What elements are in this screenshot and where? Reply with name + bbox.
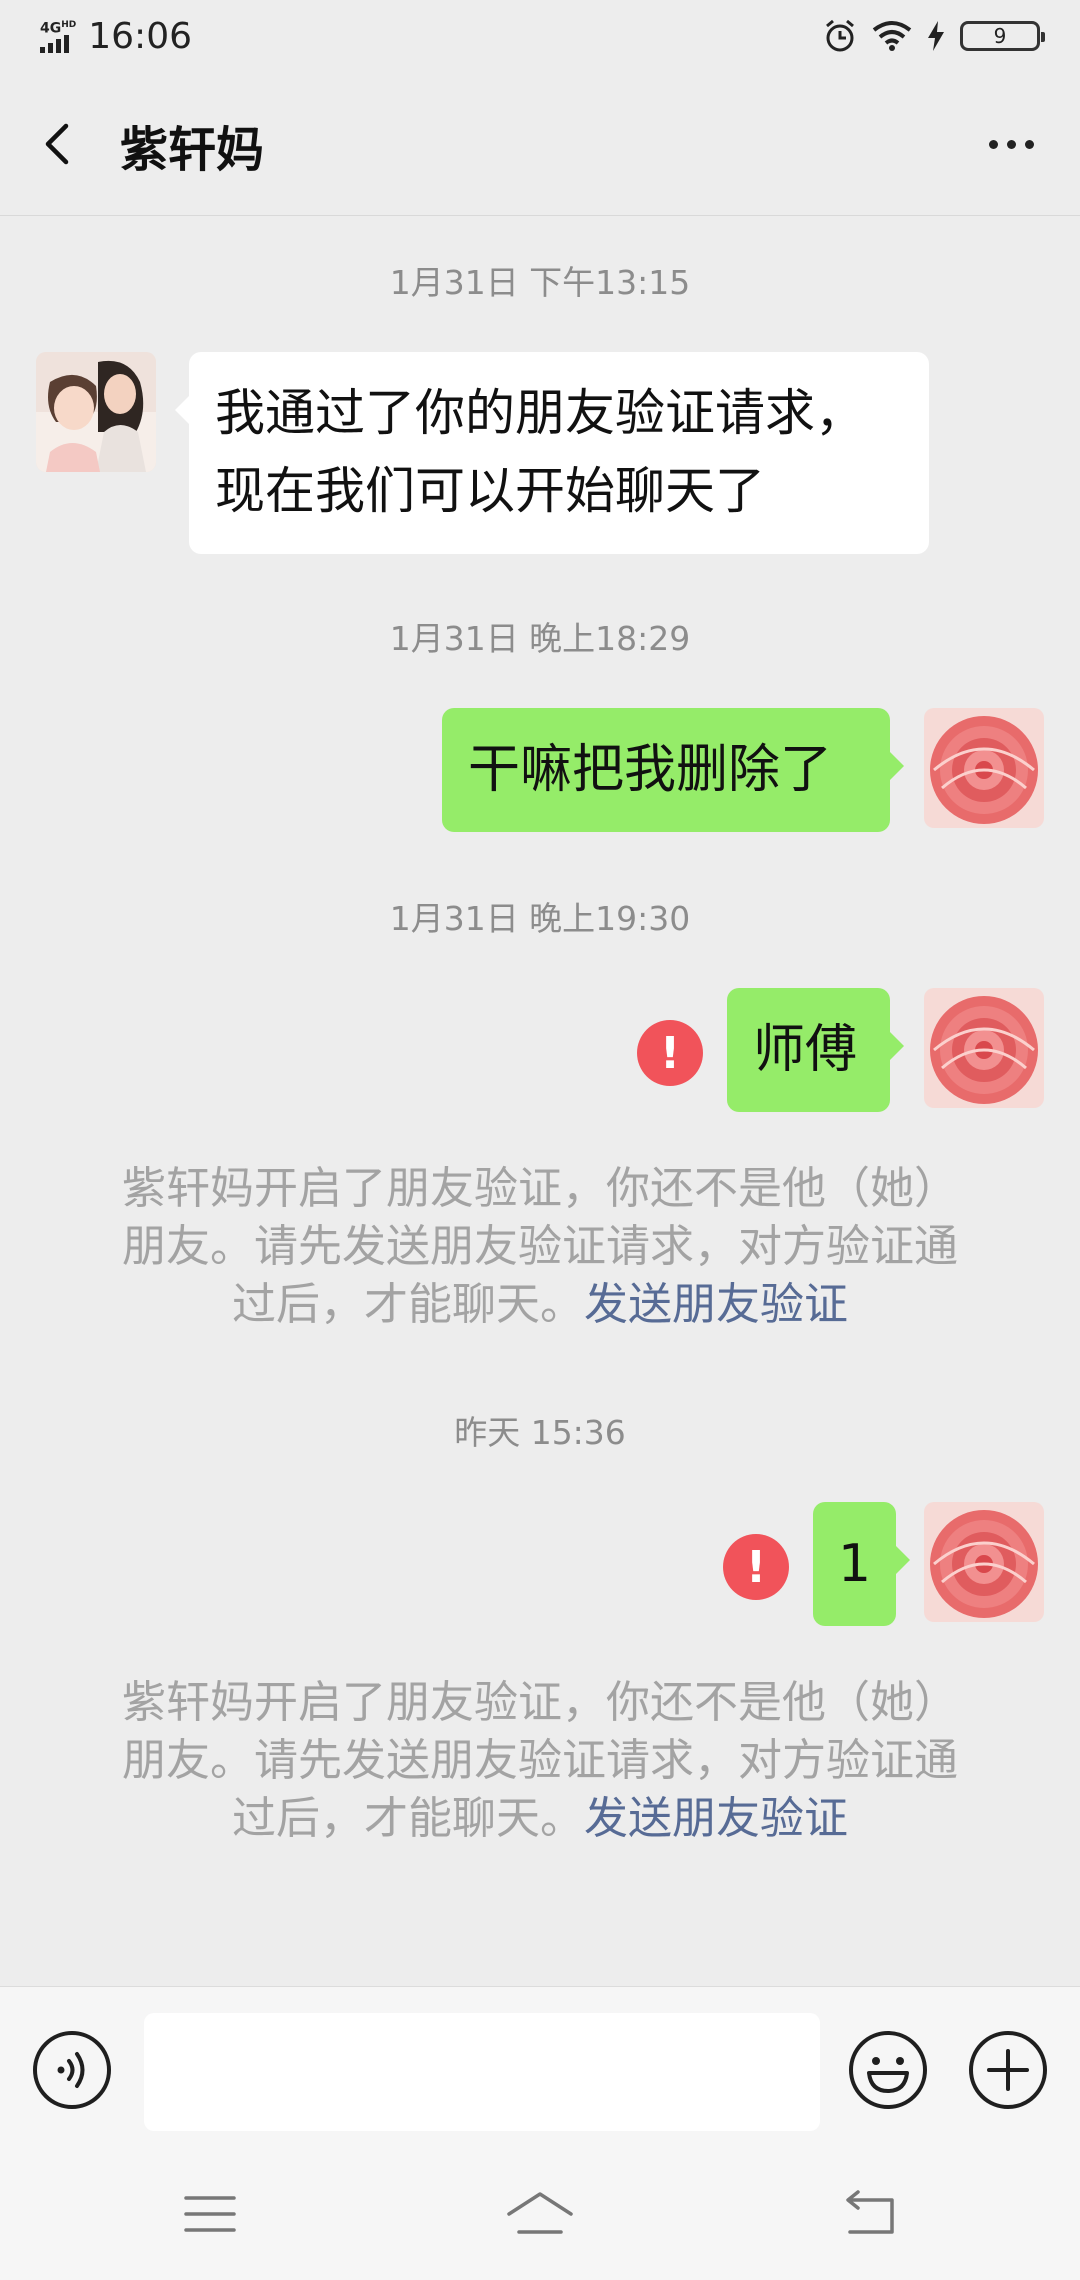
notice-line: 朋友。请先发送朋友验证请求，对方验证通 — [122, 1221, 958, 1272]
message-text: 干嘛把我删除了 — [468, 740, 833, 800]
message-input[interactable] — [144, 2013, 820, 2131]
sent-message-bubble[interactable]: 1 — [813, 1502, 910, 1626]
notice-line: 朋友。请先发送朋友验证请求，对方验证通 — [122, 1735, 958, 1786]
timestamp: 昨天 15:36 — [454, 1413, 626, 1452]
clock: 16:06 — [88, 15, 192, 57]
my-avatar-photo — [924, 1502, 1044, 1622]
notice-line: 过后，才能聊天。发送朋友验证 — [90, 1790, 990, 1848]
send-failed-icon[interactable]: ! — [637, 1020, 703, 1086]
sent-message-bubble[interactable]: 师傅 — [727, 988, 904, 1112]
timestamp: 1月31日 晚上18:29 — [389, 619, 691, 658]
contact-avatar-photo — [36, 352, 156, 472]
sent-message-bubble[interactable]: 干嘛把我删除了 — [442, 708, 904, 832]
message-line: 我通过了你的朋友验证请求， — [215, 384, 865, 442]
battery-level: 9 — [993, 24, 1007, 48]
timestamp: 1月31日 晚上19:30 — [389, 899, 691, 938]
menu-icon[interactable] — [180, 2188, 240, 2240]
message-line: 现在我们可以开始聊天了 — [215, 462, 765, 520]
notice-line: 紫轩妈开启了朋友验证，你还不是他（她） — [122, 1163, 958, 1214]
network-sup: HD — [61, 20, 77, 31]
my-avatar-photo — [924, 708, 1044, 828]
system-notice: 紫轩妈开启了朋友验证，你还不是他（她） 朋友。请先发送朋友验证请求，对方验证通 … — [90, 1160, 990, 1334]
notice-text: 过后，才能聊天。 — [232, 1793, 584, 1844]
notice-text: 过后，才能聊天。 — [232, 1279, 584, 1330]
emoji-icon[interactable] — [847, 2029, 929, 2111]
my-avatar[interactable] — [924, 708, 1044, 828]
notice-line: 过后，才能聊天。发送朋友验证 — [90, 1276, 990, 1334]
back-icon[interactable] — [34, 118, 86, 170]
received-message-bubble[interactable]: 我通过了你的朋友验证请求， 现在我们可以开始聊天了 — [175, 352, 929, 554]
battery-indicator: 9 — [960, 21, 1045, 51]
plus-icon[interactable] — [967, 2029, 1049, 2111]
status-bar: 4GHD 16:06 9 — [0, 0, 1080, 72]
voice-icon[interactable] — [31, 2029, 113, 2111]
more-icon[interactable] — [976, 114, 1046, 174]
chat-title: 紫轩妈 — [120, 122, 265, 178]
system-navigation-bar — [0, 2148, 1080, 2280]
charging-icon — [928, 21, 944, 51]
signal-icon — [40, 34, 69, 53]
wifi-icon — [872, 21, 912, 51]
alarm-icon — [826, 19, 854, 52]
status-right: 9 — [822, 18, 1045, 54]
input-bar — [0, 1986, 1080, 2148]
chat-history[interactable]: 1月31日 下午13:15 我通过了你的朋友验证请求， 现在我们可以开始聊天了 … — [0, 216, 1080, 1986]
notice-line: 紫轩妈开启了朋友验证，你还不是他（她） — [122, 1677, 958, 1728]
chat-header: 紫轩妈 — [0, 72, 1080, 216]
send-verification-link[interactable]: 发送朋友验证 — [584, 1279, 848, 1330]
my-avatar-photo — [924, 988, 1044, 1108]
return-icon[interactable] — [840, 2188, 900, 2240]
timestamp: 1月31日 下午13:15 — [389, 263, 691, 302]
status-left: 4GHD 16:06 — [40, 16, 192, 57]
system-notice: 紫轩妈开启了朋友验证，你还不是他（她） 朋友。请先发送朋友验证请求，对方验证通 … — [90, 1674, 990, 1848]
send-verification-link[interactable]: 发送朋友验证 — [584, 1793, 848, 1844]
message-text: 1 — [837, 1534, 872, 1594]
contact-avatar[interactable] — [36, 352, 156, 472]
message-text: 师傅 — [753, 1020, 858, 1080]
send-failed-icon[interactable]: ! — [723, 1534, 789, 1600]
network-indicator: 4GHD — [40, 19, 76, 53]
home-icon[interactable] — [505, 2188, 575, 2240]
my-avatar[interactable] — [924, 1502, 1044, 1622]
my-avatar[interactable] — [924, 988, 1044, 1108]
